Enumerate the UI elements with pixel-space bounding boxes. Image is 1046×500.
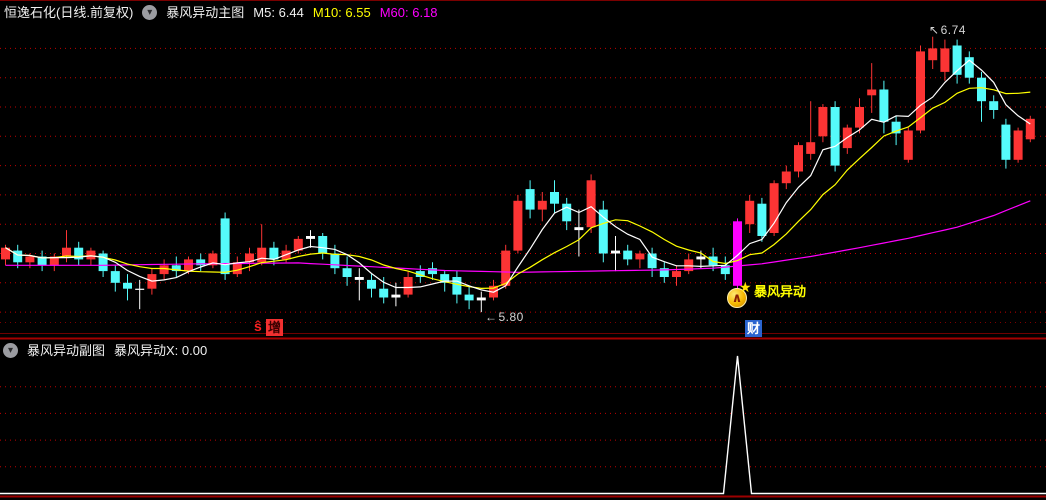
ma60-label: M60: 6.18 [379, 5, 438, 20]
main-gridlines [0, 47, 1046, 323]
low-arrow-icon: ← [485, 310, 498, 324]
news-badge-cai[interactable]: 财 [745, 320, 762, 337]
main-chart-header: 恒逸石化(日线.前复权) 暴风异动主图 M5: 6.44 M10: 6.55 M… [4, 5, 438, 20]
main-indicator-name[interactable]: 暴风异动主图 [166, 5, 244, 20]
signal-star-icon: ★ [739, 279, 752, 295]
indicator-spike-line [0, 355, 1046, 495]
sub-indicator-value: 暴风异动X: 0.00 [114, 343, 208, 358]
event-arrow-symbol: ŝ [254, 318, 262, 334]
stock-title: 恒逸石化(日线.前复权) [4, 5, 134, 20]
high-arrow-icon: ↖ [929, 23, 940, 37]
ma5-line [5, 59, 1031, 293]
trading-app-window: 恒逸石化(日线.前复权) 暴风异动主图 M5: 6.44 M10: 6.55 M… [0, 0, 1046, 500]
high-price-label: ↖6.74 [929, 23, 966, 37]
main-candlestick-chart[interactable] [0, 0, 1046, 340]
high-price-value: 6.74 [940, 23, 966, 37]
candles [1, 36, 1035, 313]
sub-indicator-chart[interactable] [0, 340, 1046, 500]
event-badge-zeng[interactable]: 增 [266, 319, 283, 336]
ma10-line [5, 87, 1031, 290]
ma5-label: M5: 6.44 [253, 5, 304, 20]
sub-chevron-down-icon[interactable] [3, 343, 18, 358]
chevron-down-icon[interactable] [142, 5, 158, 20]
signal-label: 暴风异动 [754, 284, 807, 299]
sub-chart-header: 暴风异动副图 暴风异动X: 0.00 [3, 343, 207, 358]
low-price-value: 5.80 [498, 310, 524, 324]
sub-indicator-name[interactable]: 暴风异动副图 [27, 343, 105, 358]
sub-gridlines [0, 386, 1046, 468]
ma10-label: M10: 6.55 [312, 5, 371, 20]
low-price-label: ←5.80 [485, 310, 524, 324]
